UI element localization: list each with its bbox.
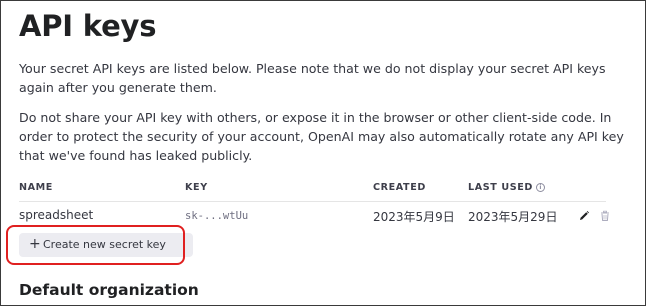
default-organization-heading: Default organization	[19, 281, 199, 299]
page-title: API keys	[19, 9, 157, 43]
column-header-last-used: LAST USED i	[468, 182, 545, 193]
trash-icon[interactable]	[599, 210, 611, 222]
column-header-name: NAME	[19, 182, 53, 193]
last-used-date-cell: 2023年5月29日	[468, 210, 558, 224]
create-secret-key-label: Create new secret key	[43, 238, 166, 251]
plus-icon: +	[29, 236, 41, 252]
table-divider	[19, 201, 606, 202]
column-header-last-used-label: LAST USED	[468, 182, 533, 193]
key-name-cell: spreadsheet	[19, 208, 94, 222]
description-paragraph: Your secret API keys are listed below. P…	[19, 61, 606, 95]
key-value-cell: sk-...wtUu	[185, 210, 249, 222]
warning-paragraph: Do not share your API key with others, o…	[19, 110, 624, 163]
page-frame: API keys Your secret API keys are listed…	[0, 0, 646, 306]
column-header-created: CREATED	[373, 182, 426, 193]
create-secret-key-button[interactable]: + Create new secret key	[19, 233, 193, 257]
column-header-key: KEY	[185, 182, 208, 193]
edit-icon[interactable]	[578, 210, 590, 222]
created-date-cell: 2023年5月9日	[373, 210, 455, 224]
info-icon[interactable]: i	[535, 183, 545, 192]
